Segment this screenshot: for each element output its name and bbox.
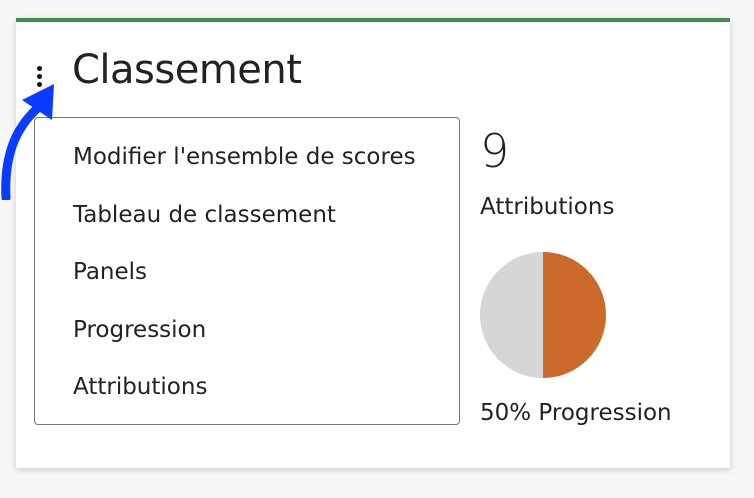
pie-progress-slice <box>543 252 606 378</box>
progress-label: 50% Progression <box>480 400 672 426</box>
kebab-dot <box>36 74 42 79</box>
kebab-menu-icon[interactable] <box>34 66 44 92</box>
menu-item-edit-score-set[interactable]: Modifier l'ensemble de scores <box>35 138 459 196</box>
menu-item-leaderboard[interactable]: Tableau de classement <box>35 196 459 254</box>
menu-item-panels[interactable]: Panels <box>35 253 459 311</box>
options-dropdown-menu: Modifier l'ensemble de scores Tableau de… <box>34 117 460 425</box>
kebab-dot <box>36 82 42 87</box>
card-title: Classement <box>72 47 302 93</box>
attributions-count: 9 <box>480 124 510 178</box>
progress-pie-chart <box>480 252 606 378</box>
menu-item-progression[interactable]: Progression <box>35 311 459 369</box>
kebab-dot <box>36 66 42 71</box>
attributions-label: Attributions <box>480 194 615 220</box>
menu-item-attributions[interactable]: Attributions <box>35 368 459 426</box>
